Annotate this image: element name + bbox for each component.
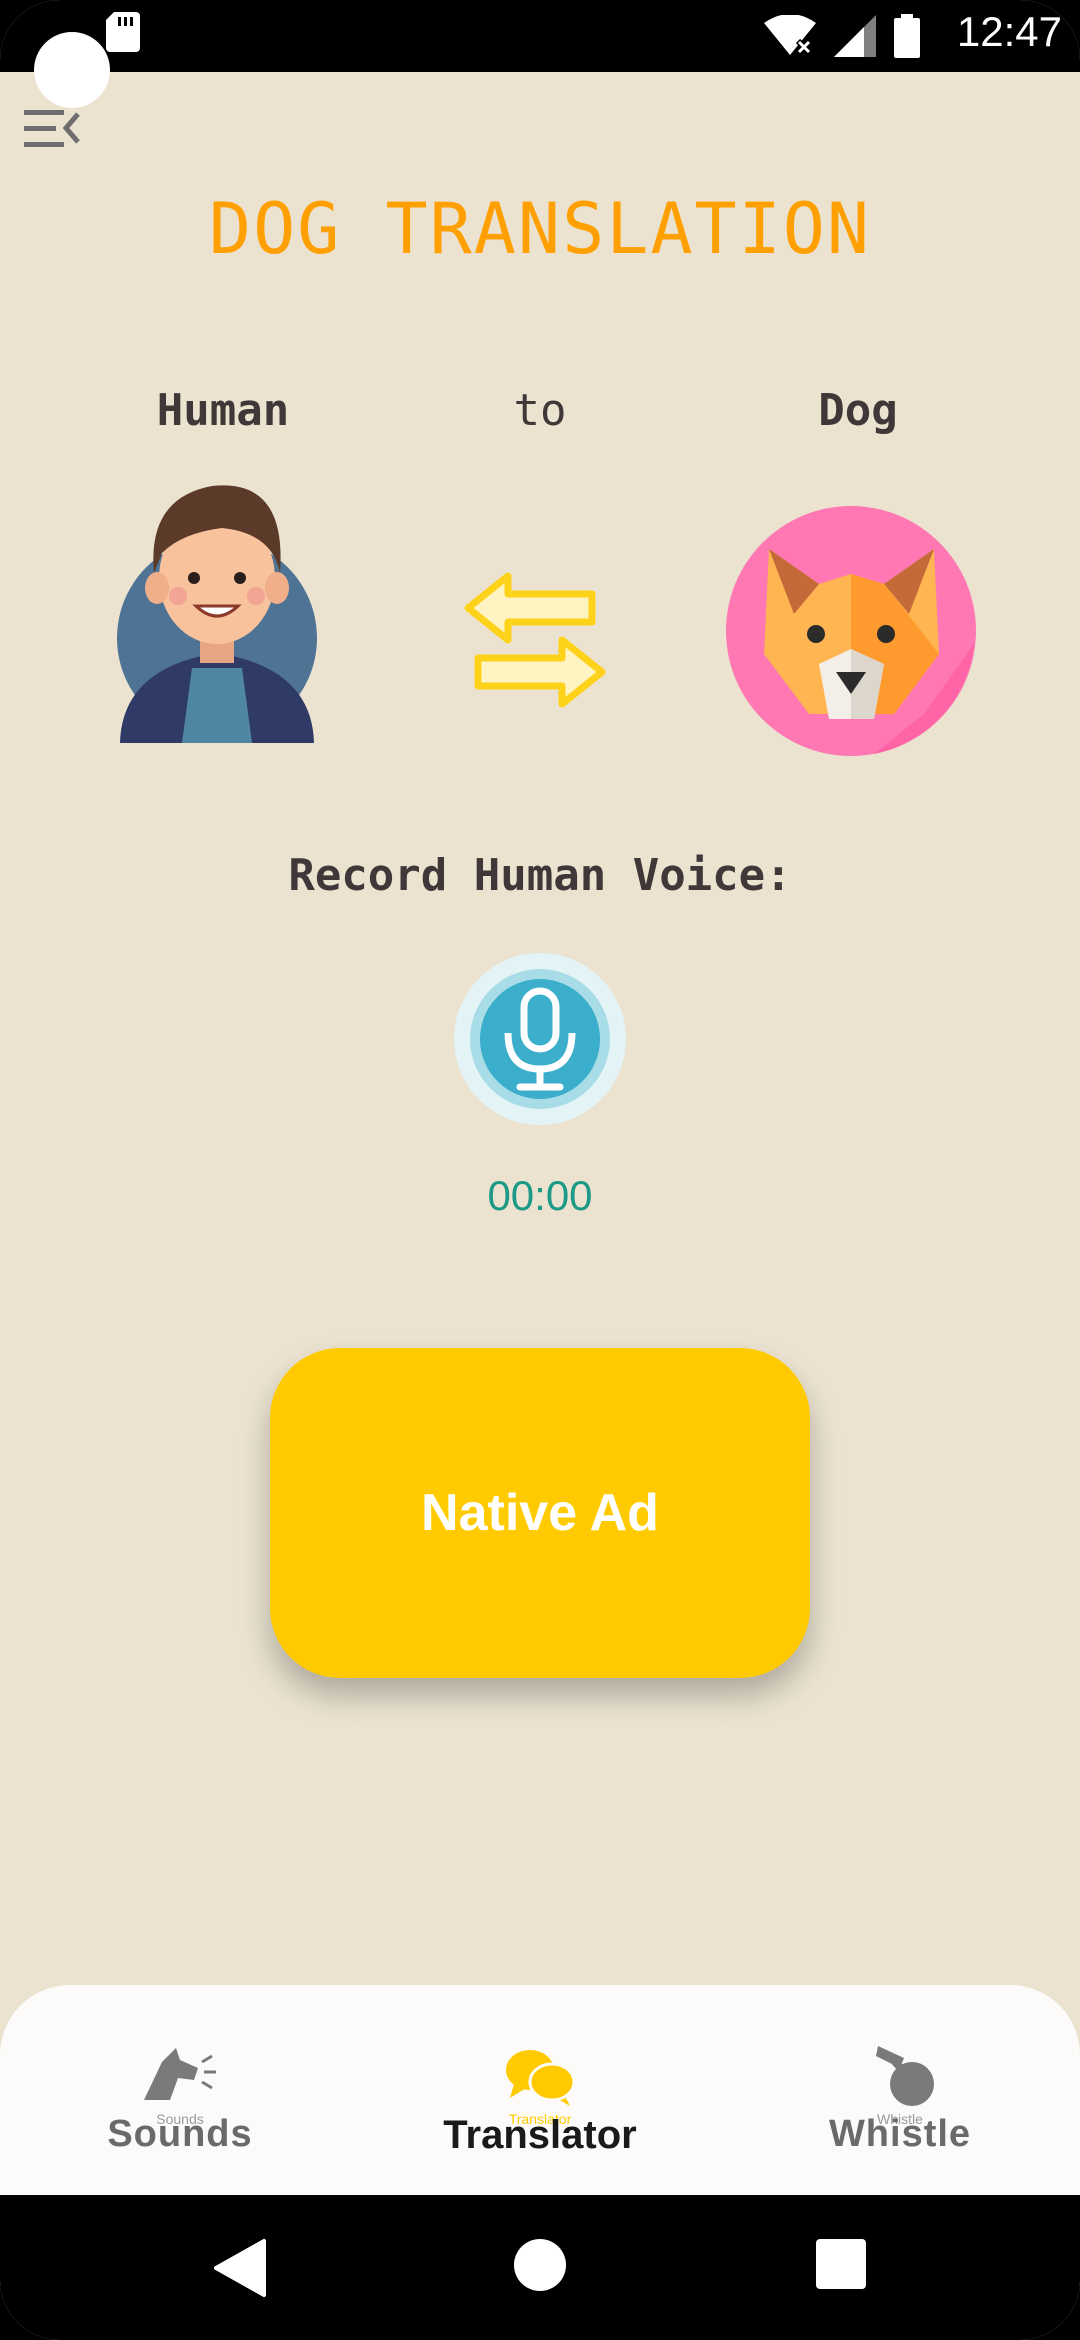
nav-item-translator[interactable]: Translator Translator bbox=[400, 1985, 680, 2195]
status-time: 12:47 bbox=[956, 8, 1062, 55]
app-screen: 12:47 DOG TRANSLATION Human to Dog Recor… bbox=[0, 0, 1080, 2340]
status-right-icons bbox=[764, 14, 920, 58]
nav-item-whistle[interactable]: Whistle Whistle bbox=[760, 1985, 1040, 2195]
swap-arrows-icon[interactable] bbox=[460, 570, 610, 710]
overlay-dot bbox=[34, 32, 110, 108]
record-prompt: Record Human Voice: bbox=[288, 850, 792, 901]
native-ad-label: Native Ad bbox=[421, 1484, 659, 1542]
bottom-navigation: Sounds Sounds Translator Translator Whis… bbox=[0, 1985, 1080, 2195]
nav-translator-label: Translator bbox=[443, 2113, 637, 2157]
human-avatar bbox=[117, 485, 317, 743]
home-icon[interactable] bbox=[514, 2239, 566, 2291]
sd-card-icon bbox=[106, 12, 140, 52]
recents-icon[interactable] bbox=[816, 2239, 866, 2289]
system-navigation-bar bbox=[0, 2195, 1080, 2340]
status-bar: 12:47 bbox=[0, 0, 1080, 72]
native-ad[interactable]: Native Ad bbox=[270, 1348, 810, 1678]
from-language-label: Human bbox=[156, 385, 290, 436]
wifi-off-icon bbox=[764, 15, 816, 56]
back-icon[interactable] bbox=[210, 2237, 270, 2299]
chat-bubbles-icon bbox=[506, 2050, 576, 2106]
nav-item-sounds[interactable]: Sounds Sounds bbox=[40, 1985, 320, 2195]
signal-icon bbox=[834, 15, 876, 57]
nav-whistle-label: Whistle bbox=[828, 2113, 972, 2155]
microphone-icon[interactable] bbox=[454, 953, 626, 1125]
page-title: DOG TRANSLATION bbox=[208, 188, 872, 270]
dog-avatar bbox=[726, 506, 976, 756]
record-timer: 00:00 bbox=[487, 1172, 593, 1219]
menu-collapse-icon[interactable] bbox=[20, 104, 84, 156]
nav-sounds-label: Sounds bbox=[107, 2113, 253, 2155]
battery-icon bbox=[894, 14, 920, 58]
whistle-icon bbox=[876, 2046, 934, 2106]
connector-label: to bbox=[513, 385, 567, 436]
to-language-label: Dog bbox=[818, 385, 898, 436]
barking-dog-icon bbox=[144, 2048, 216, 2100]
